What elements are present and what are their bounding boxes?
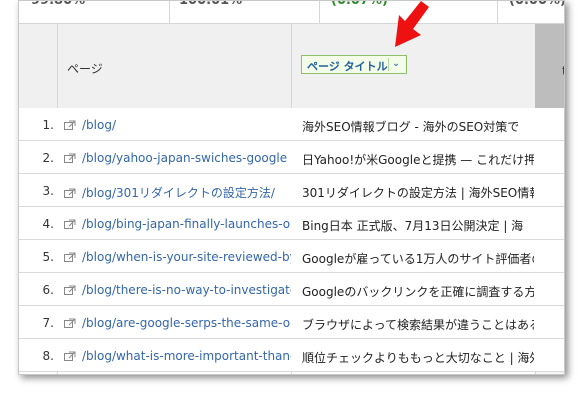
secondary-dimension-selector[interactable]: ページ タイトル ⌄ xyxy=(301,55,407,74)
external-link-icon[interactable] xyxy=(64,285,76,295)
page-url-link[interactable]: /blog/there-is-no-way-to-investigate xyxy=(64,283,291,297)
url-text[interactable]: /blog/yahoo-japan-swiches-google xyxy=(82,151,287,165)
page-title-cell: Bing日本 正式版、7月13日公開決定 | 海 xyxy=(302,219,524,233)
row-number: 3. xyxy=(42,184,54,198)
external-link-icon[interactable] xyxy=(64,153,76,163)
url-text[interactable]: /blog/are-google-serps-the-same-o xyxy=(82,316,290,330)
table-row: 3. /blog/301リダイレクトの設定方法/ 301リダイレクトの設定方法 … xyxy=(19,174,564,207)
stat-value: 99.80% xyxy=(31,0,86,8)
table-row: 8. /blog/what-is-more-important-than- 順位… xyxy=(19,339,564,372)
page-title-cell: Googleのバックリンクを正確に調査する方法 xyxy=(302,285,534,299)
page-url-link[interactable]: /blog/when-is-your-site-reviewed-by xyxy=(64,250,291,264)
page-url-link[interactable]: /blog/bing-japan-finally-launches-o xyxy=(64,217,291,231)
external-link-icon[interactable] xyxy=(64,351,76,361)
row-number: 5. xyxy=(42,250,54,264)
url-text[interactable]: /blog/301リダイレクトの設定方法/ xyxy=(82,186,275,200)
page-title-cell: 海外SEO情報ブログ - 海外のSEO対策で xyxy=(302,120,520,134)
table-row: 7. /blog/are-google-serps-the-same-o ブラウ… xyxy=(19,306,564,339)
page-title-cell: 日Yahoo!が米Googleと提携 — これだけ押 xyxy=(302,153,534,167)
page-url-link[interactable]: /blog/are-google-serps-the-same-o xyxy=(64,316,291,330)
red-arrow-icon xyxy=(395,1,429,47)
external-link-icon[interactable] xyxy=(64,120,76,130)
column-header-page: ページ xyxy=(67,62,103,76)
url-text[interactable]: /blog/bing-japan-finally-launches-o xyxy=(82,217,290,231)
page-url-link[interactable]: /blog/ xyxy=(64,118,291,132)
row-number: 2. xyxy=(42,151,54,165)
table-row: 1. /blog/ 海外SEO情報ブログ - 海外のSEO対策で xyxy=(19,108,564,141)
page-url-link[interactable]: /blog/301リダイレクトの設定方法/ xyxy=(64,184,291,201)
page-title-cell: 301リダイレクトの設定方法 | 海外SEO情報 xyxy=(302,186,534,200)
stat-value: 100.01% xyxy=(179,0,243,8)
stat-value: (0.07%) xyxy=(331,0,388,8)
external-link-icon[interactable] xyxy=(64,318,76,328)
table-row: 5. /blog/when-is-your-site-reviewed-by G… xyxy=(19,240,564,273)
url-text[interactable]: /blog/when-is-your-site-reviewed-by xyxy=(82,250,291,264)
table-row: 2. /blog/yahoo-japan-swiches-google 日Yah… xyxy=(19,141,564,174)
url-text[interactable]: /blog/there-is-no-way-to-investigate xyxy=(82,283,291,297)
row-number: 4. xyxy=(42,217,54,231)
table-header: ページ ページ タイトル ⌄ xyxy=(19,24,564,109)
page-title-cell: 順位チェックよりももっと大切なこと | 海外SE xyxy=(302,351,534,365)
external-link-icon[interactable] xyxy=(64,219,76,229)
page-url-link[interactable]: /blog/yahoo-japan-swiches-google xyxy=(64,151,291,165)
page-title-cell: Googleが雇っている1万人のサイト評価者の xyxy=(302,252,534,266)
page-title-cell: ブラウザによって検索結果が違うことはあるの xyxy=(302,318,534,332)
row-number: 1. xyxy=(42,118,54,132)
chevron-down-icon[interactable]: ⌄ xyxy=(388,58,403,71)
table-row: 6. /blog/there-is-no-way-to-investigate … xyxy=(19,273,564,306)
metric-column-header[interactable]: t xyxy=(535,24,564,108)
metric-column-label: t xyxy=(562,64,564,78)
url-text[interactable]: /blog/ xyxy=(82,118,116,132)
row-number: 8. xyxy=(42,349,54,363)
table-row: 4. /blog/bing-japan-finally-launches-o B… xyxy=(19,207,564,240)
row-number: 6. xyxy=(42,283,54,297)
row-number: 7. xyxy=(42,316,54,330)
report-table-frame: 99.80% 100.01% (0.07%) (0.00%) ページ ページ タ… xyxy=(18,0,565,375)
selector-label: ページ タイトル xyxy=(307,60,388,73)
external-link-icon[interactable] xyxy=(64,252,76,262)
external-link-icon[interactable] xyxy=(64,188,76,198)
page-url-link[interactable]: /blog/what-is-more-important-than- xyxy=(64,349,291,363)
url-text[interactable]: /blog/what-is-more-important-than- xyxy=(82,349,291,363)
stat-value: (0.00%) xyxy=(509,0,565,8)
summary-stats-strip: 99.80% 100.01% (0.07%) (0.00%) xyxy=(19,1,564,24)
